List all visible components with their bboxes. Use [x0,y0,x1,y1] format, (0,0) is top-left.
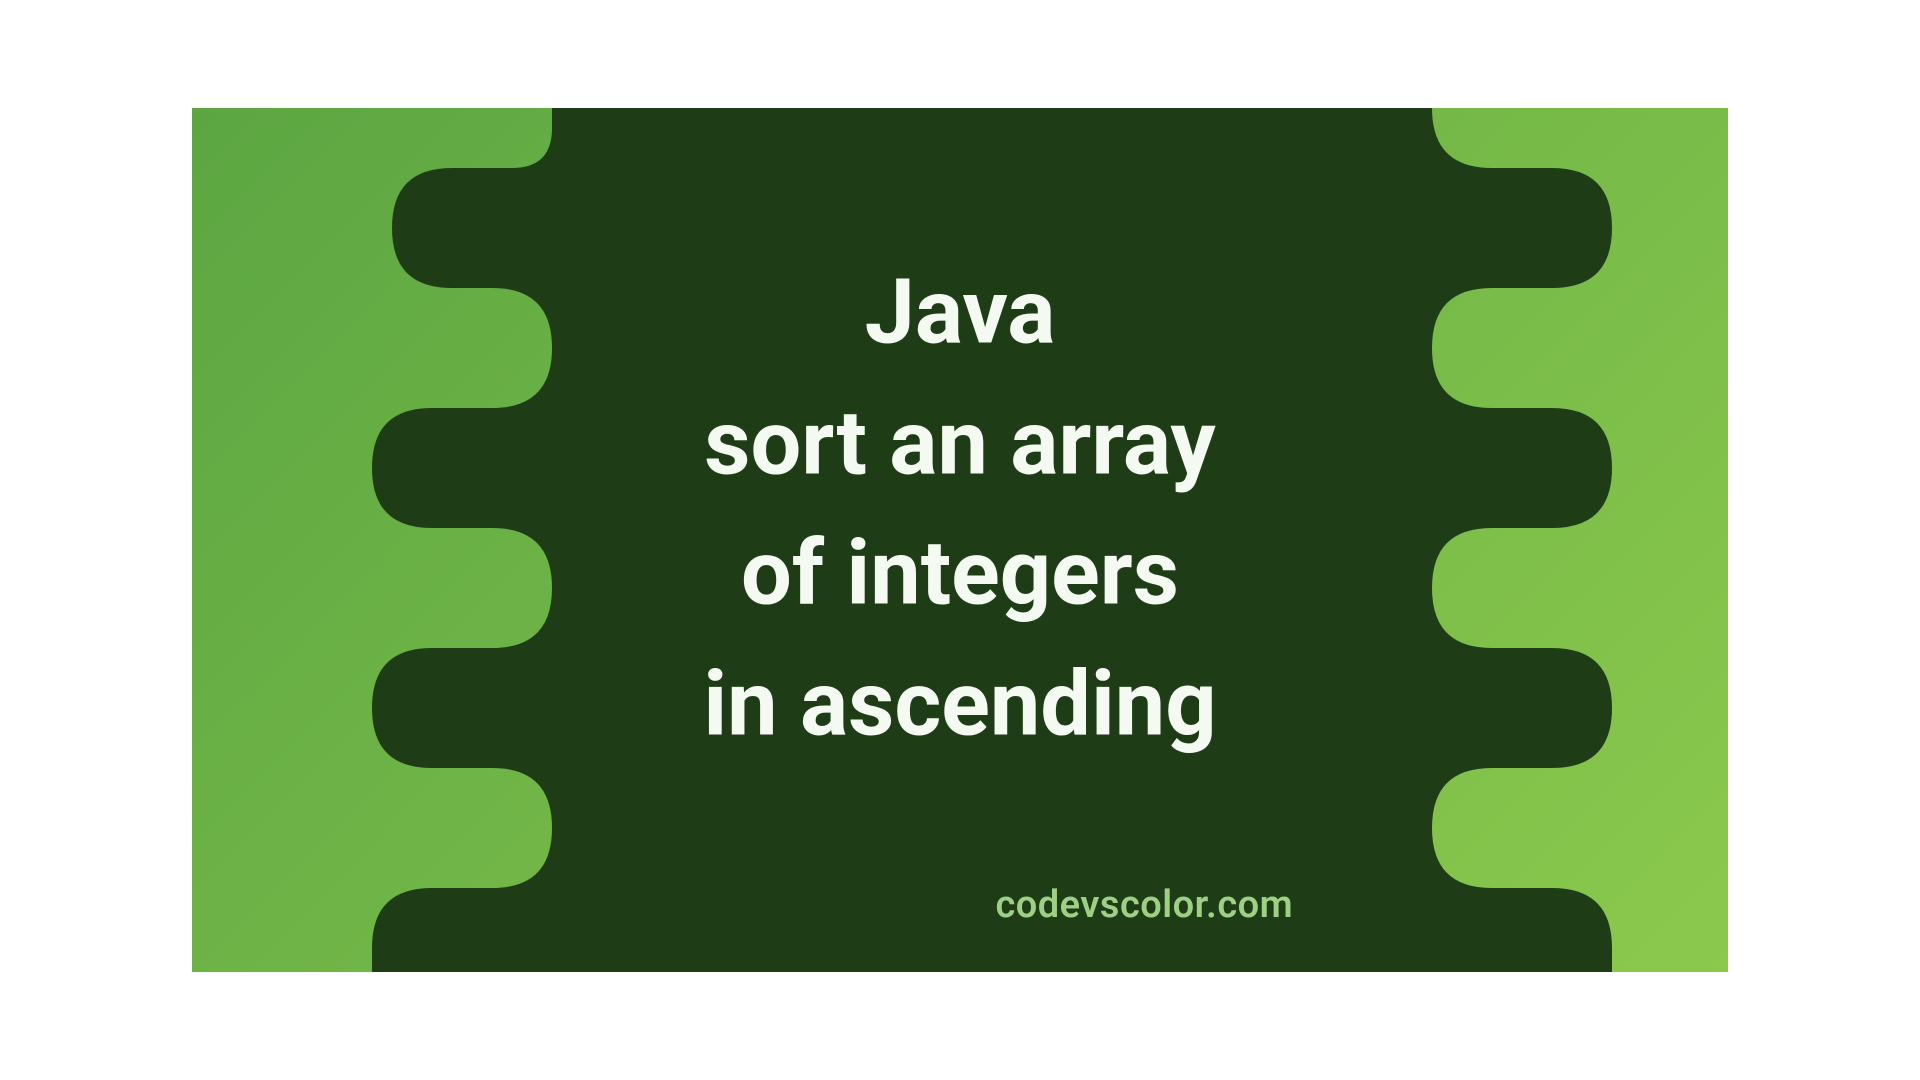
credit-text: codevscolor.com [995,883,1293,927]
title-line: in ascending [703,639,1216,770]
banner-title: Java sort an array of integers in ascend… [703,248,1216,770]
banner-canvas: Java sort an array of integers in ascend… [192,108,1728,972]
title-line: Java [703,248,1216,379]
title-line: of integers [703,509,1216,640]
title-line: sort an array [703,378,1216,509]
